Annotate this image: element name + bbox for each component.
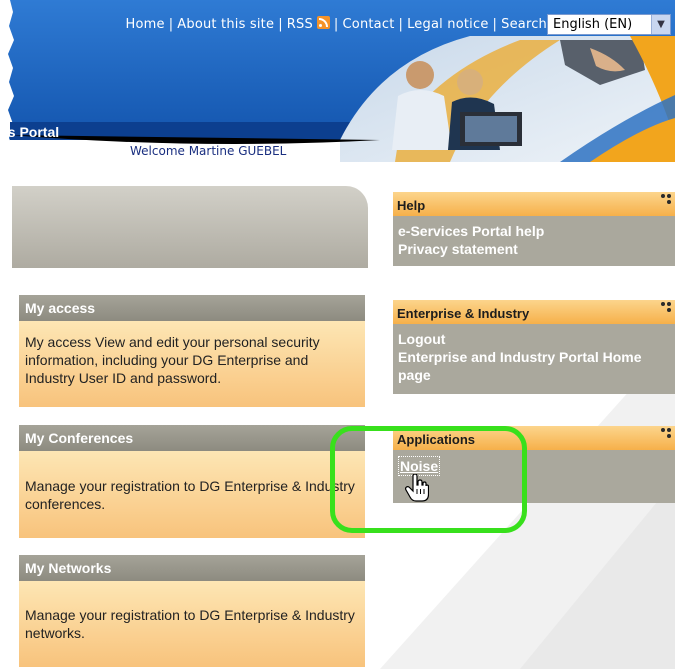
top-navigation: Home | About this site | RSS | Contact |… bbox=[0, 13, 547, 35]
privacy-statement-link[interactable]: Privacy statement bbox=[398, 240, 671, 258]
nav-contact-link[interactable]: Contact bbox=[343, 17, 395, 32]
panel-body: e-Services Portal help Privacy statement bbox=[393, 216, 675, 266]
grey-banner-box bbox=[12, 186, 368, 268]
grip-dots-icon[interactable] bbox=[661, 428, 671, 442]
language-select[interactable]: English (EN) ▼ bbox=[547, 14, 671, 35]
card-title[interactable]: My access bbox=[19, 295, 365, 321]
panel-body: Logout Enterprise and Industry Portal Ho… bbox=[393, 324, 675, 394]
nav-separator: | bbox=[333, 16, 339, 32]
language-select-value: English (EN) bbox=[553, 17, 633, 32]
chevron-down-icon[interactable]: ▼ bbox=[651, 15, 670, 34]
panel-help: Help e-Services Portal help Privacy stat… bbox=[393, 192, 675, 266]
card-body: Manage your registration to DG Enterpris… bbox=[19, 451, 365, 538]
help-link[interactable]: e-Services Portal help bbox=[398, 222, 671, 240]
welcome-message: Welcome Martine GUEBEL bbox=[130, 144, 287, 158]
card-title[interactable]: My Networks bbox=[19, 555, 365, 581]
portal-home-link[interactable]: Enterprise and Industry Portal Home page bbox=[398, 348, 671, 384]
nav-home-link[interactable]: Home bbox=[125, 17, 164, 32]
card-title[interactable]: My Conferences bbox=[19, 425, 365, 451]
nav-legal-notice-link[interactable]: Legal notice bbox=[407, 17, 488, 32]
card-body-text: Manage your registration to DG Enterpris… bbox=[25, 607, 355, 641]
card-my-access: My access My access View and edit your p… bbox=[19, 295, 365, 407]
grip-dots-icon[interactable] bbox=[661, 194, 671, 208]
panel-title: Help bbox=[393, 192, 675, 216]
card-body: Manage your registration to DG Enterpris… bbox=[19, 581, 365, 667]
nav-separator: | bbox=[278, 16, 283, 32]
site-header: Home | About this site | RSS | Contact |… bbox=[0, 0, 675, 162]
nav-separator: | bbox=[168, 16, 174, 32]
portal-title: es Portal bbox=[0, 124, 60, 140]
card-body-text: Manage your registration to DG Enterpris… bbox=[25, 477, 355, 512]
nav-rss-label: RSS bbox=[286, 17, 313, 32]
nav-about-link[interactable]: About this site bbox=[177, 17, 274, 32]
nav-rss-link[interactable]: RSS bbox=[287, 16, 330, 32]
panel-enterprise-industry: Enterprise & Industry Logout Enterprise … bbox=[393, 300, 675, 394]
logout-link[interactable]: Logout bbox=[398, 330, 671, 348]
rss-icon bbox=[316, 16, 330, 29]
card-my-networks: My Networks Manage your registration to … bbox=[19, 555, 365, 667]
panel-title-text: Enterprise & Industry bbox=[397, 306, 530, 321]
nav-separator: | bbox=[492, 16, 498, 32]
card-my-conferences: My Conferences Manage your registration … bbox=[19, 425, 365, 538]
panel-title: Enterprise & Industry bbox=[393, 300, 675, 324]
card-body: My access View and edit your personal se… bbox=[19, 321, 365, 407]
nav-search-link[interactable]: Search bbox=[501, 17, 547, 32]
nav-separator: | bbox=[398, 16, 404, 32]
hand-cursor-icon bbox=[405, 474, 429, 502]
panel-title-text: Help bbox=[397, 198, 426, 213]
grip-dots-icon[interactable] bbox=[661, 302, 671, 316]
